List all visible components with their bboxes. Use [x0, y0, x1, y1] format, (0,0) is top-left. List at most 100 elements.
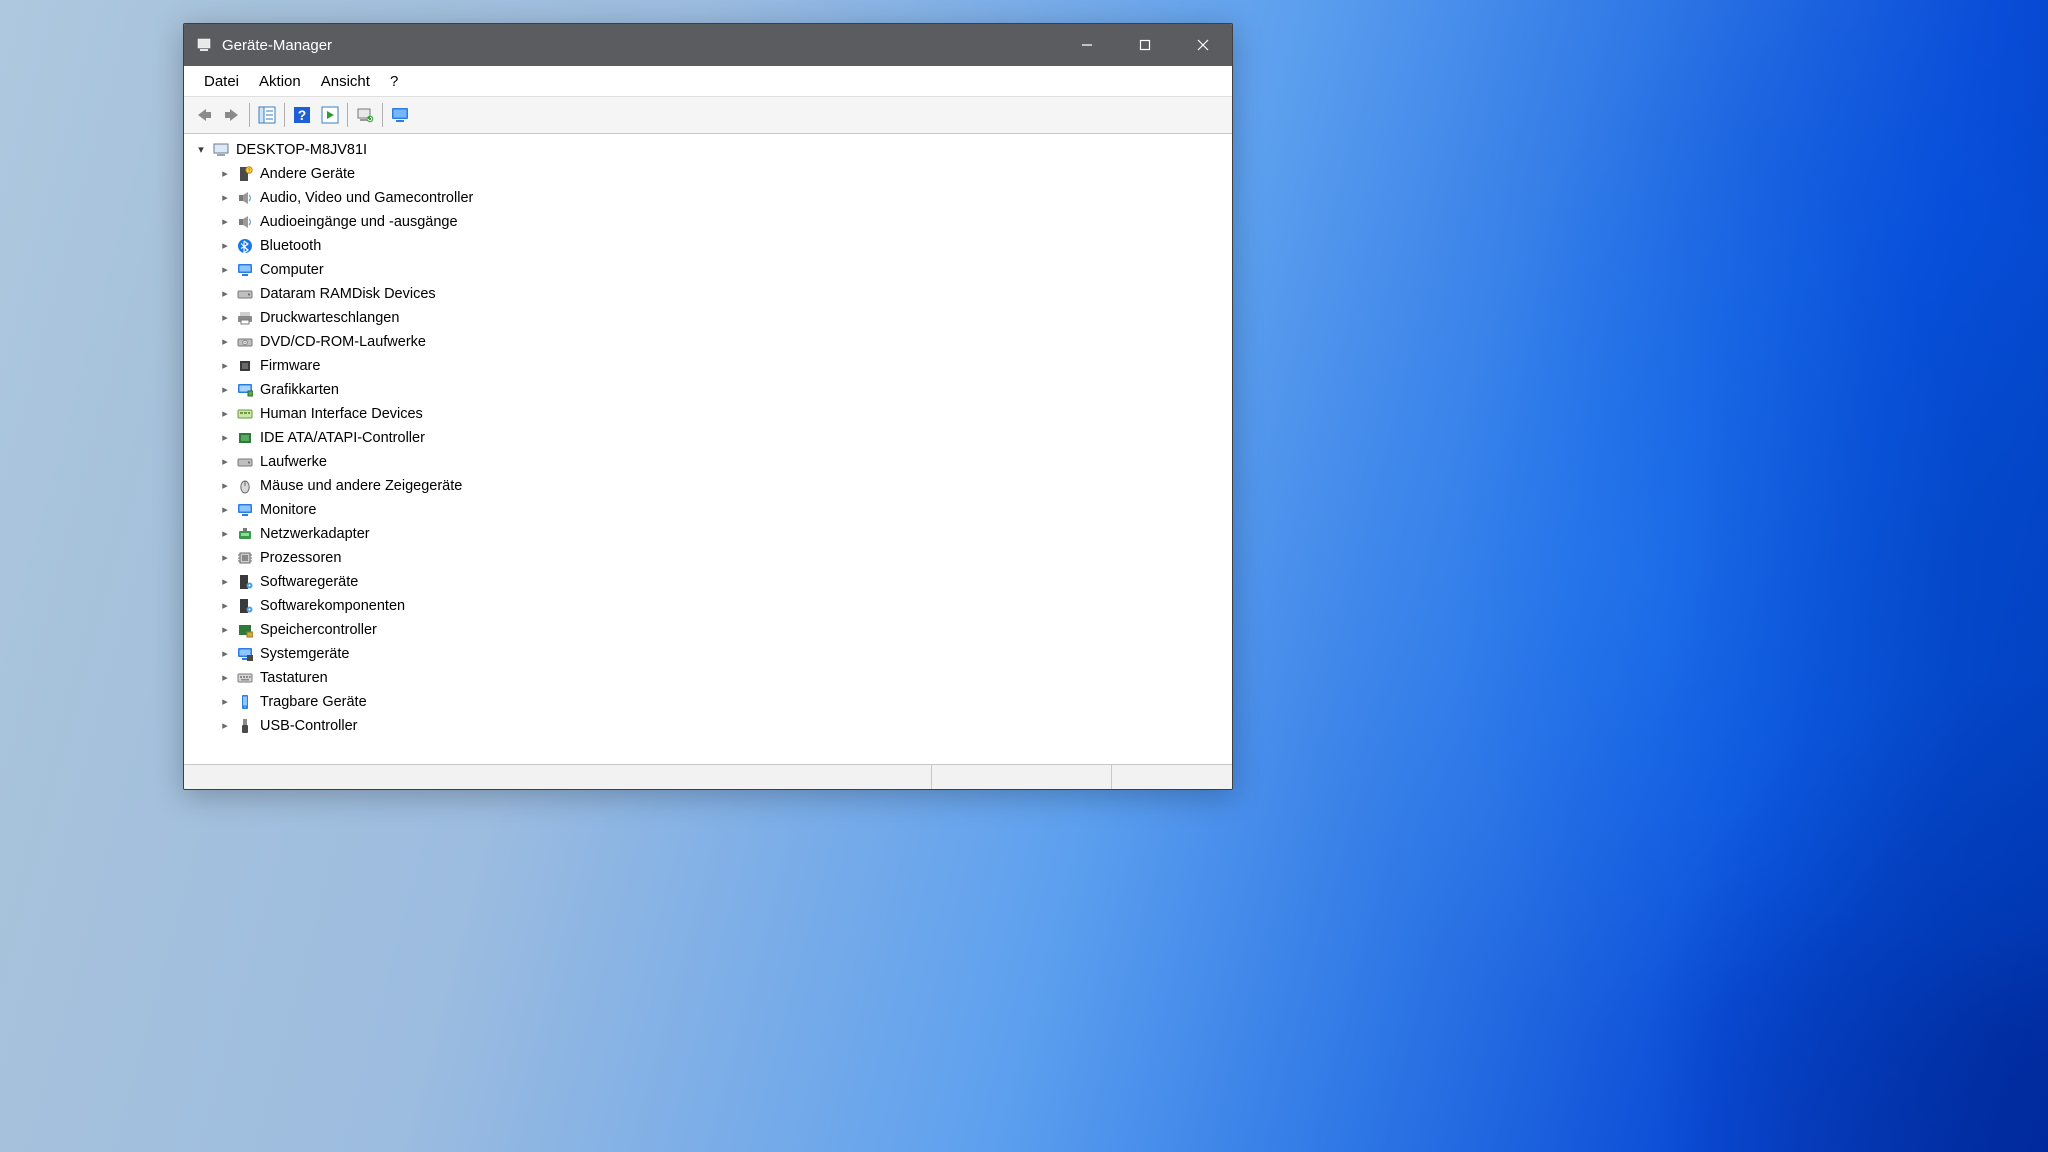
tree-item[interactable]: ▸Tastaturen	[188, 666, 1232, 690]
close-button[interactable]	[1174, 24, 1232, 66]
chevron-right-icon[interactable]: ▸	[218, 618, 232, 642]
chevron-right-icon[interactable]: ▸	[218, 450, 232, 474]
tree-item[interactable]: ▸Prozessoren	[188, 546, 1232, 570]
tree-item[interactable]: ▸Computer	[188, 258, 1232, 282]
bluetooth-icon	[236, 237, 254, 255]
tree-item-label: Systemgeräte	[260, 642, 349, 666]
tree-item[interactable]: ▸ DVD/CD-ROM-Laufwerke	[188, 330, 1232, 354]
menu-file[interactable]: Datei	[194, 70, 249, 93]
chevron-right-icon[interactable]: ▸	[218, 474, 232, 498]
chevron-right-icon[interactable]: ▸	[218, 330, 232, 354]
tree-item[interactable]: ▸ Human Interface Devices	[188, 402, 1232, 426]
tree-item-label: Speichercontroller	[260, 618, 377, 642]
chevron-right-icon[interactable]: ▸	[218, 666, 232, 690]
menu-view[interactable]: Ansicht	[311, 70, 380, 93]
chevron-right-icon[interactable]: ▸	[218, 306, 232, 330]
minimize-button[interactable]	[1058, 24, 1116, 66]
tree-item[interactable]: ▸ Softwarekomponenten	[188, 594, 1232, 618]
device-manager-window: Geräte-Manager Datei Aktion Ansicht ?	[183, 23, 1233, 790]
tree-item[interactable]: ▸ Speichercontroller	[188, 618, 1232, 642]
chevron-right-icon[interactable]: ▸	[218, 426, 232, 450]
tree-item-label: Mäuse und andere Zeigegeräte	[260, 474, 462, 498]
chevron-right-icon[interactable]: ▸	[218, 210, 232, 234]
monitor-blue-icon	[236, 501, 254, 519]
tree-item[interactable]: ▸Monitore	[188, 498, 1232, 522]
chevron-right-icon[interactable]: ▸	[218, 690, 232, 714]
audio-icon	[236, 213, 254, 231]
chevron-right-icon[interactable]: ▸	[218, 162, 232, 186]
storage-icon	[236, 621, 254, 639]
chevron-right-icon[interactable]: ▸	[218, 402, 232, 426]
tree-item[interactable]: ▸? Andere Geräte	[188, 162, 1232, 186]
tree-root-label: DESKTOP-M8JV81I	[236, 138, 367, 162]
tree-item[interactable]: ▸ Systemgeräte	[188, 642, 1232, 666]
tree-item-label: Andere Geräte	[260, 162, 355, 186]
device-tree[interactable]: ▾ DESKTOP-M8JV81I ▸? Andere Geräte▸Audio,…	[184, 134, 1232, 764]
cpu-icon	[236, 549, 254, 567]
chevron-right-icon[interactable]: ▸	[218, 642, 232, 666]
chevron-right-icon[interactable]: ▸	[218, 186, 232, 210]
drive-icon	[236, 285, 254, 303]
tree-item[interactable]: ▸Audio, Video und Gamecontroller	[188, 186, 1232, 210]
chevron-right-icon[interactable]: ▸	[218, 714, 232, 738]
toolbar-help[interactable]: ?	[288, 101, 316, 129]
tree-item-label: Audioeingänge und -ausgänge	[260, 210, 458, 234]
tree-item[interactable]: ▸ Firmware	[188, 354, 1232, 378]
tree-item-label: Firmware	[260, 354, 320, 378]
chevron-right-icon[interactable]: ▸	[218, 570, 232, 594]
tree-item[interactable]: ▸ IDE ATA/ATAPI-Controller	[188, 426, 1232, 450]
menu-action[interactable]: Aktion	[249, 70, 311, 93]
tree-root[interactable]: ▾ DESKTOP-M8JV81I	[188, 138, 1232, 162]
network-icon	[236, 525, 254, 543]
tree-item-label: Grafikkarten	[260, 378, 339, 402]
statusbar	[184, 764, 1232, 789]
hid-icon	[236, 405, 254, 423]
toolbar-action-run[interactable]	[316, 101, 344, 129]
titlebar: Geräte-Manager	[184, 24, 1232, 66]
tree-item[interactable]: ▸Laufwerke	[188, 450, 1232, 474]
tree-item[interactable]: ▸Netzwerkadapter	[188, 522, 1232, 546]
chevron-right-icon[interactable]: ▸	[218, 498, 232, 522]
tree-item-label: Softwarekomponenten	[260, 594, 405, 618]
chevron-right-icon[interactable]: ▸	[218, 546, 232, 570]
tree-item[interactable]: ▸Dataram RAMDisk Devices	[188, 282, 1232, 306]
system-icon	[236, 645, 254, 663]
tree-item[interactable]: ▸Druckwarteschlangen	[188, 306, 1232, 330]
mouse-icon	[236, 477, 254, 495]
menu-help[interactable]: ?	[380, 70, 408, 93]
chevron-right-icon[interactable]: ▸	[218, 594, 232, 618]
toolbar: ?	[184, 97, 1232, 134]
chevron-right-icon[interactable]: ▸	[218, 354, 232, 378]
tree-item[interactable]: ▸ Grafikkarten	[188, 378, 1232, 402]
chevron-right-icon[interactable]: ▸	[218, 258, 232, 282]
software-icon	[236, 573, 254, 591]
toolbar-monitor[interactable]	[386, 101, 414, 129]
computer-icon	[212, 141, 230, 159]
chevron-right-icon[interactable]: ▸	[218, 378, 232, 402]
svg-text:?: ?	[248, 168, 251, 174]
tree-item[interactable]: ▸ Mäuse und andere Zeigegeräte	[188, 474, 1232, 498]
toolbar-show-hide[interactable]	[253, 101, 281, 129]
menubar: Datei Aktion Ansicht ?	[184, 66, 1232, 97]
display-icon	[236, 381, 254, 399]
toolbar-forward[interactable]	[218, 101, 246, 129]
tree-item[interactable]: ▸ Bluetooth	[188, 234, 1232, 258]
tree-item-label: Human Interface Devices	[260, 402, 423, 426]
chevron-right-icon[interactable]: ▸	[218, 234, 232, 258]
tree-item-label: Tragbare Geräte	[260, 690, 367, 714]
tree-item[interactable]: ▸ Audioeingänge und -ausgänge	[188, 210, 1232, 234]
tree-item[interactable]: ▸ Softwaregeräte	[188, 570, 1232, 594]
maximize-button[interactable]	[1116, 24, 1174, 66]
tree-item-label: IDE ATA/ATAPI-Controller	[260, 426, 425, 450]
usb-icon	[236, 717, 254, 735]
tree-item-label: Softwaregeräte	[260, 570, 358, 594]
toolbar-back[interactable]	[190, 101, 218, 129]
tree-item-label: DVD/CD-ROM-Laufwerke	[260, 330, 426, 354]
tree-item[interactable]: ▸ Tragbare Geräte	[188, 690, 1232, 714]
chevron-right-icon[interactable]: ▸	[218, 282, 232, 306]
chevron-right-icon[interactable]: ▸	[218, 522, 232, 546]
chevron-down-icon[interactable]: ▾	[194, 138, 208, 162]
tree-item-label: Bluetooth	[260, 234, 321, 258]
tree-item[interactable]: ▸USB-Controller	[188, 714, 1232, 738]
toolbar-scan-hardware[interactable]	[351, 101, 379, 129]
